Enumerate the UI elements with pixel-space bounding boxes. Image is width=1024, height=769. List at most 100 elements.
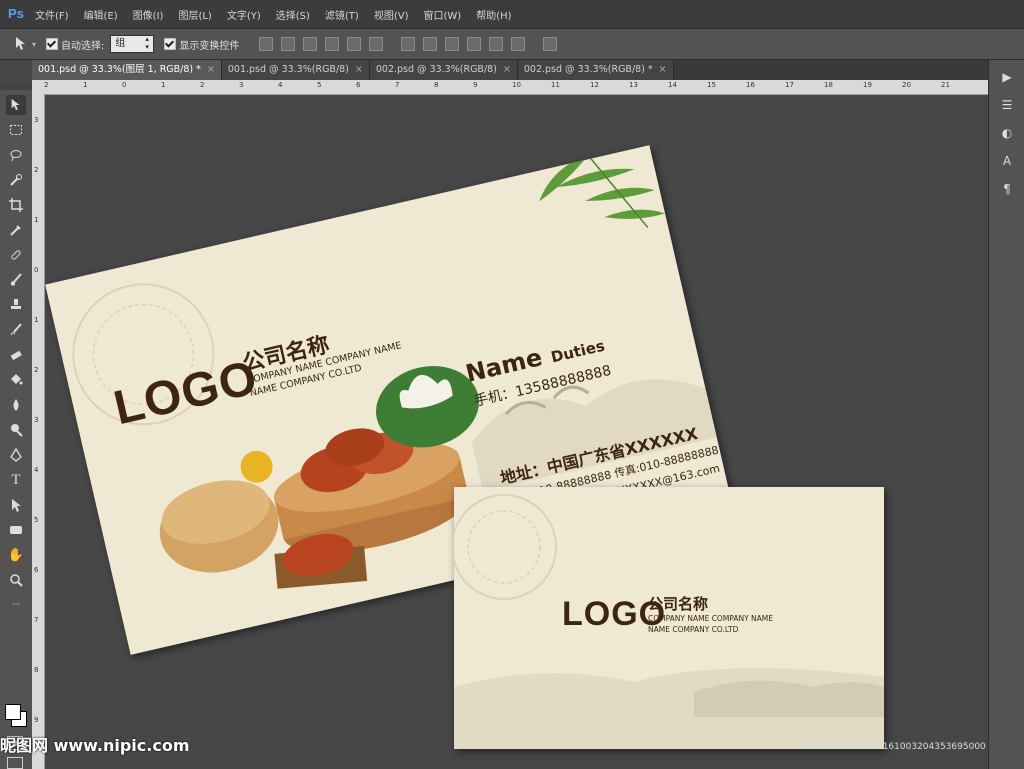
ruler-label: 14 bbox=[668, 81, 677, 89]
lasso-tool-icon[interactable] bbox=[6, 145, 26, 165]
ruler-label: 18 bbox=[824, 81, 833, 89]
clone-stamp-tool-icon[interactable] bbox=[6, 295, 26, 315]
paint-bucket-tool-icon[interactable] bbox=[6, 370, 26, 390]
ruler-label: 20 bbox=[902, 81, 911, 89]
path-select-tool-icon[interactable] bbox=[6, 495, 26, 515]
tab-label: 001.psd @ 33.3%(RGB/8) bbox=[227, 64, 349, 75]
ruler-label: 4 bbox=[278, 81, 283, 89]
menu-edit[interactable]: 编辑(E) bbox=[84, 7, 118, 22]
type-tool-icon[interactable]: T bbox=[6, 470, 26, 490]
menu-help[interactable]: 帮助(H) bbox=[476, 7, 511, 22]
menu-view[interactable]: 视图(V) bbox=[374, 7, 409, 22]
panel-grip[interactable] bbox=[0, 84, 32, 90]
tab-label: 002.psd @ 33.3%(RGB/8) * bbox=[523, 64, 653, 75]
character-panel-icon[interactable]: A bbox=[997, 154, 1017, 172]
ruler-label: 9 bbox=[473, 81, 478, 89]
ruler-label: 5 bbox=[317, 81, 322, 89]
business-card-back[interactable]: LOGO 公司名称 COMPANY NAME COMPANY NAME NAME… bbox=[454, 487, 884, 749]
shape-tool-icon[interactable] bbox=[6, 520, 26, 540]
align-top-icon[interactable] bbox=[259, 37, 274, 51]
ruler-label: 2 bbox=[34, 166, 39, 174]
more-tools-icon[interactable]: ··· bbox=[6, 595, 26, 615]
screen-mode-icon[interactable] bbox=[7, 757, 23, 769]
quick-select-tool-icon[interactable] bbox=[6, 170, 26, 190]
marquee-tool-icon[interactable] bbox=[6, 120, 26, 140]
horizontal-ruler[interactable]: 2 1 0 1 2 3 4 5 6 7 8 9 10 11 12 13 14 1… bbox=[32, 80, 988, 95]
ruler-label: 7 bbox=[395, 81, 400, 89]
blur-tool-icon[interactable] bbox=[6, 395, 26, 415]
menu-layer[interactable]: 图层(L) bbox=[178, 7, 211, 22]
tab-001[interactable]: 001.psd @ 33.3%(RGB/8) × bbox=[221, 60, 370, 80]
menu-file[interactable]: 文件(F) bbox=[35, 7, 69, 22]
paragraph-panel-icon[interactable]: ¶ bbox=[997, 182, 1017, 200]
foreground-color-swatch[interactable] bbox=[5, 704, 21, 720]
distribute-right-icon[interactable] bbox=[511, 37, 526, 51]
move-tool-preset-icon[interactable] bbox=[12, 35, 30, 53]
document-canvas[interactable]: LOGO 公司名称 COMPANY NAME COMPANY NAME NAME… bbox=[45, 95, 988, 769]
checkbox-checked-icon bbox=[164, 38, 177, 50]
align-hcenter-icon[interactable] bbox=[347, 37, 362, 51]
tab-002[interactable]: 002.psd @ 33.3%(RGB/8) × bbox=[369, 60, 518, 80]
chevron-down-icon[interactable]: ▾ bbox=[32, 40, 36, 49]
distribute-left-icon[interactable] bbox=[467, 37, 482, 51]
checkbox-checked-icon bbox=[46, 38, 59, 50]
auto-select-checkbox[interactable]: 自动选择: bbox=[46, 37, 104, 52]
tab-label: 001.psd @ 33.3%(图层 1, RGB/8) * bbox=[38, 64, 201, 75]
move-tool-icon[interactable] bbox=[6, 95, 26, 115]
menu-select[interactable]: 选择(S) bbox=[276, 7, 310, 22]
distribute-vcenter-icon[interactable] bbox=[423, 37, 438, 51]
back-company-name-en1: COMPANY NAME COMPANY NAME bbox=[648, 614, 774, 623]
tab-001-layer1[interactable]: 001.psd @ 33.3%(图层 1, RGB/8) * × bbox=[32, 60, 222, 80]
auto-align-icon[interactable] bbox=[543, 37, 558, 51]
hand-tool-icon[interactable]: ✋ bbox=[6, 545, 26, 565]
adjustments-panel-icon[interactable]: ◐ bbox=[997, 126, 1017, 144]
ruler-label: 6 bbox=[356, 81, 361, 89]
eraser-tool-icon[interactable] bbox=[6, 345, 26, 365]
brush-tool-icon[interactable] bbox=[6, 270, 26, 290]
align-bottom-icon[interactable] bbox=[303, 37, 318, 51]
menu-filter[interactable]: 滤镜(T) bbox=[325, 7, 359, 22]
back-company-name-cn: 公司名称 bbox=[648, 595, 709, 613]
watermark-left: 昵图网 www.nipic.com bbox=[0, 736, 190, 755]
healing-brush-tool-icon[interactable] bbox=[6, 245, 26, 265]
align-left-icon[interactable] bbox=[325, 37, 340, 51]
history-brush-tool-icon[interactable] bbox=[6, 320, 26, 340]
properties-panel-icon[interactable]: ☰ bbox=[997, 98, 1017, 116]
ruler-label: 15 bbox=[707, 81, 716, 89]
menu-image[interactable]: 图像(I) bbox=[133, 7, 164, 22]
menu-bar: Ps 文件(F) 编辑(E) 图像(I) 图层(L) 文字(Y) 选择(S) 滤… bbox=[0, 0, 1024, 29]
menu-type[interactable]: 文字(Y) bbox=[227, 7, 261, 22]
auto-select-dropdown[interactable]: 组 bbox=[110, 35, 155, 53]
close-icon[interactable]: × bbox=[503, 64, 511, 75]
close-icon[interactable]: × bbox=[355, 64, 363, 75]
ruler-label: 21 bbox=[941, 81, 950, 89]
vertical-ruler[interactable]: 3 2 1 0 1 2 3 4 5 6 7 8 9 bbox=[32, 94, 45, 769]
right-panel-dock: ▶ ☰ ◐ A ¶ bbox=[988, 60, 1024, 769]
zoom-tool-icon[interactable] bbox=[6, 570, 26, 590]
ruler-label: 1 bbox=[161, 81, 166, 89]
distribute-bottom-icon[interactable] bbox=[445, 37, 460, 51]
align-right-icon[interactable] bbox=[369, 37, 384, 51]
menu-window[interactable]: 窗口(W) bbox=[423, 7, 461, 22]
distribute-top-icon[interactable] bbox=[401, 37, 416, 51]
history-panel-icon[interactable]: ▶ bbox=[997, 70, 1017, 88]
dodge-tool-icon[interactable] bbox=[6, 420, 26, 440]
align-vcenter-icon[interactable] bbox=[281, 37, 296, 51]
ruler-label: 3 bbox=[34, 416, 39, 424]
crop-tool-icon[interactable] bbox=[6, 195, 26, 215]
show-transform-label: 显示变换控件 bbox=[179, 40, 240, 52]
ruler-label: 16 bbox=[746, 81, 755, 89]
close-icon[interactable]: × bbox=[659, 64, 667, 75]
ruler-label: 7 bbox=[34, 616, 39, 624]
close-icon[interactable]: × bbox=[207, 64, 215, 75]
ruler-label: 8 bbox=[34, 666, 39, 674]
distribute-hcenter-icon[interactable] bbox=[489, 37, 504, 51]
ruler-label: 0 bbox=[122, 81, 127, 89]
tab-002-modified[interactable]: 002.psd @ 33.3%(RGB/8) * × bbox=[517, 60, 674, 80]
ruler-label: 8 bbox=[434, 81, 439, 89]
pen-tool-icon[interactable] bbox=[6, 445, 26, 465]
eyedropper-tool-icon[interactable] bbox=[6, 220, 26, 240]
show-transform-checkbox[interactable]: 显示变换控件 bbox=[164, 37, 239, 52]
ruler-label: 12 bbox=[590, 81, 599, 89]
document-tabs: 001.psd @ 33.3%(图层 1, RGB/8) * × 001.psd … bbox=[32, 60, 988, 80]
